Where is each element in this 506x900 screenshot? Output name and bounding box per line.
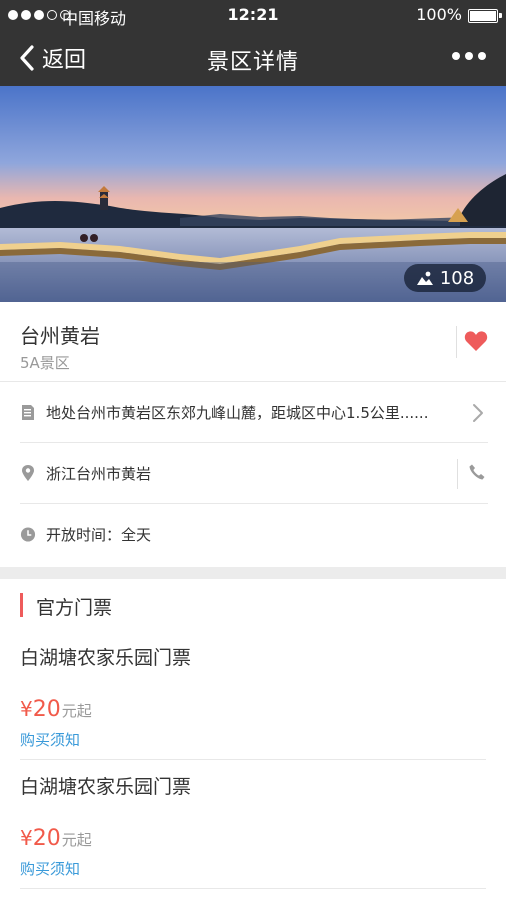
chevron-right-icon <box>473 404 483 422</box>
hero-image[interactable]: 108 <box>0 86 506 302</box>
price-value: 20 <box>32 826 61 851</box>
location-pin-icon <box>20 464 36 482</box>
divider <box>456 326 457 358</box>
clock-icon <box>20 526 36 544</box>
top-bar: 中国移动 12:21 100% 返回 景区详情 <box>0 0 506 86</box>
official-tickets-section: 官方门票 白湖塘农家乐园门票 ¥ 20 元起 购买须知 白湖塘农家乐园门票 ¥ … <box>0 579 506 889</box>
status-bar: 中国移动 12:21 100% <box>0 0 506 32</box>
currency-symbol: ¥ <box>20 697 33 721</box>
page-title: 景区详情 <box>206 50 299 75</box>
spot-info-card: 台州黄岩 5A景区 地处台州市黄岩区东郊九峰山麓，距城区中心1.5公里.....… <box>0 302 506 565</box>
ticket-name: 白湖塘农家乐园门票 <box>20 776 192 798</box>
price-value: 20 <box>32 697 61 722</box>
divider <box>457 459 458 489</box>
navigation-bar: 返回 景区详情 <box>0 32 506 86</box>
spot-name: 台州黄岩 <box>20 324 100 348</box>
battery-icon <box>468 9 502 23</box>
ticket-name: 白湖塘农家乐园门票 <box>20 647 192 669</box>
heart-icon[interactable] <box>464 330 488 352</box>
address-description: 地处台州市黄岩区东郊九峰山麓，距城区中心1.5公里...... <box>46 403 429 422</box>
more-dot-icon <box>465 52 473 60</box>
hours-row: 开放时间：全天 <box>20 504 488 565</box>
photo-count-badge[interactable]: 108 <box>404 264 486 292</box>
ticket-item[interactable]: 白湖塘农家乐园门票 ¥ 20 元起 购买须知 <box>20 631 486 760</box>
price-unit: 元起 <box>61 831 92 849</box>
address-row[interactable]: 地处台州市黄岩区东郊九峰山麓，距城区中心1.5公里...... <box>20 382 488 443</box>
spot-header: 台州黄岩 5A景区 <box>0 302 506 382</box>
photo-icon <box>416 271 433 285</box>
document-icon <box>20 403 36 421</box>
spot-level: 5A景区 <box>20 354 70 372</box>
section-title: 官方门票 <box>36 597 113 619</box>
phone-icon[interactable] <box>468 463 486 481</box>
opening-hours: 开放时间：全天 <box>46 526 152 544</box>
more-dot-icon <box>452 52 460 60</box>
section-header: 官方门票 <box>0 579 506 631</box>
section-separator <box>0 567 506 579</box>
section-accent-bar <box>20 593 23 617</box>
ticket-item[interactable]: 白湖塘农家乐园门票 ¥ 20 元起 购买须知 <box>20 760 486 889</box>
location-row[interactable]: 浙江台州市黄岩 <box>20 443 488 504</box>
purchase-notes-link[interactable]: 购买须知 <box>20 858 80 879</box>
more-dot-icon <box>478 52 486 60</box>
ticket-price: ¥ 20 元起 <box>20 826 92 851</box>
location-text: 浙江台州市黄岩 <box>46 464 152 483</box>
purchase-notes-link[interactable]: 购买须知 <box>20 729 80 750</box>
price-unit: 元起 <box>61 702 92 720</box>
ticket-price: ¥ 20 元起 <box>20 697 92 722</box>
battery-percent: 100% <box>416 5 462 24</box>
more-menu-button[interactable] <box>452 52 486 60</box>
currency-symbol: ¥ <box>20 826 33 850</box>
photo-count: 108 <box>439 267 475 289</box>
